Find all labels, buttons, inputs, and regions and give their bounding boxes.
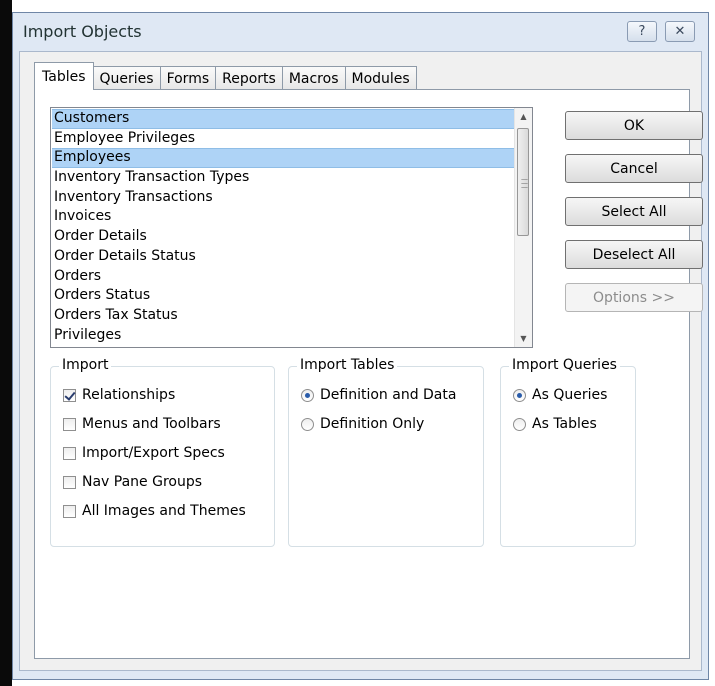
scroll-down-icon[interactable]: ▼ xyxy=(515,330,532,347)
dialog-client-area: Tables Queries Forms Reports Macros Modu… xyxy=(19,51,703,671)
list-item[interactable]: Inventory Transaction Types xyxy=(52,168,517,188)
import-group-title: Import xyxy=(59,357,112,373)
option-label: As Tables xyxy=(532,416,597,432)
import-objects-dialog: Import Objects ? ✕ Tables Queries Forms … xyxy=(12,12,709,680)
import-group: Import Relationships Menus and Toolbars Im… xyxy=(50,357,275,547)
checkbox-import-group-2[interactable]: Import/Export Specs xyxy=(63,443,225,463)
tables-tab-panel: Customers Employee Privileges Employees Inv… xyxy=(34,89,703,659)
checkbox-icon[interactable] xyxy=(63,504,76,518)
tab-forms[interactable]: Forms xyxy=(159,66,217,90)
background-edge xyxy=(0,0,12,686)
dialog-title: Import Objects xyxy=(23,22,142,41)
option-label: Nav Pane Groups xyxy=(82,474,203,490)
list-item[interactable]: Customers xyxy=(52,109,517,129)
checkbox-icon[interactable] xyxy=(63,475,76,489)
options-button[interactable]: Options >> xyxy=(565,283,703,312)
list-item[interactable]: Orders xyxy=(52,267,517,287)
deselect-all-button[interactable]: Deselect All xyxy=(565,240,703,269)
help-icon: ? xyxy=(638,24,646,39)
option-label: Import/Export Specs xyxy=(82,445,225,461)
list-item[interactable]: Employee Privileges xyxy=(52,129,517,149)
tab-reports[interactable]: Reports xyxy=(215,66,283,90)
import-queries-group: Import Queries As Queries As Tables xyxy=(500,357,636,547)
checkbox-icon[interactable] xyxy=(63,446,76,460)
tab-tables[interactable]: Tables xyxy=(34,62,94,90)
tab-queries[interactable]: Queries xyxy=(92,66,161,90)
option-label: Definition Only xyxy=(320,416,425,432)
close-icon: ✕ xyxy=(674,24,686,39)
radio-import-queries-group-0[interactable]: As Queries xyxy=(513,385,607,405)
radio-icon[interactable] xyxy=(301,388,314,402)
import-tables-group: Import Tables Definition and Data Definit… xyxy=(288,357,484,547)
radio-import-queries-group-1[interactable]: As Tables xyxy=(513,414,597,434)
tab-strip: Tables Queries Forms Reports Macros Modu… xyxy=(34,62,417,90)
list-item[interactable]: Order Details Status xyxy=(52,247,517,267)
list-item[interactable]: Inventory Transactions xyxy=(52,188,517,208)
option-label: Relationships xyxy=(82,387,176,403)
import-tables-group-title: Import Tables xyxy=(297,357,398,373)
checkbox-import-group-3[interactable]: Nav Pane Groups xyxy=(63,472,202,492)
title-bar: Import Objects ? ✕ xyxy=(13,13,708,51)
tables-list-items: Customers Employee Privileges Employees Inv… xyxy=(52,109,517,345)
option-label: All Images and Themes xyxy=(82,503,246,519)
option-label: As Queries xyxy=(532,387,608,403)
option-label: Definition and Data xyxy=(320,387,457,403)
tab-modules[interactable]: Modules xyxy=(344,66,417,90)
vertical-scrollbar[interactable]: ▲ — — — ▼ xyxy=(514,108,532,347)
checkbox-import-group-4[interactable]: All Images and Themes xyxy=(63,501,246,521)
list-item[interactable]: Orders Tax Status xyxy=(52,306,517,326)
checkbox-import-group-1[interactable]: Menus and Toolbars xyxy=(63,414,221,434)
radio-icon[interactable] xyxy=(513,388,526,402)
tab-macros[interactable]: Macros xyxy=(281,66,346,90)
list-item[interactable]: Invoices xyxy=(52,207,517,227)
radio-import-tables-group-1[interactable]: Definition Only xyxy=(301,414,424,434)
scroll-up-icon[interactable]: ▲ xyxy=(515,108,532,125)
list-item[interactable]: Order Details xyxy=(52,227,517,247)
radio-icon[interactable] xyxy=(513,417,526,431)
checkbox-icon[interactable] xyxy=(63,388,76,402)
import-queries-group-title: Import Queries xyxy=(509,357,620,373)
option-label: Menus and Toolbars xyxy=(82,416,221,432)
ok-button[interactable]: OK xyxy=(565,111,703,140)
checkbox-icon[interactable] xyxy=(63,417,76,431)
list-item[interactable]: Privileges xyxy=(52,326,517,346)
list-item[interactable]: Orders Status xyxy=(52,286,517,306)
close-button[interactable]: ✕ xyxy=(665,21,695,42)
radio-import-tables-group-0[interactable]: Definition and Data xyxy=(301,385,456,405)
cancel-button[interactable]: Cancel xyxy=(565,154,703,183)
help-button[interactable]: ? xyxy=(627,21,657,42)
list-item[interactable]: Employees xyxy=(52,148,517,169)
radio-icon[interactable] xyxy=(301,417,314,431)
scroll-thumb[interactable]: — — — xyxy=(517,128,529,236)
tables-list[interactable]: Customers Employee Privileges Employees Inv… xyxy=(50,107,533,348)
select-all-button[interactable]: Select All xyxy=(565,197,703,226)
checkbox-import-group-0[interactable]: Relationships xyxy=(63,385,175,405)
grip-icon: — — — xyxy=(521,175,528,191)
